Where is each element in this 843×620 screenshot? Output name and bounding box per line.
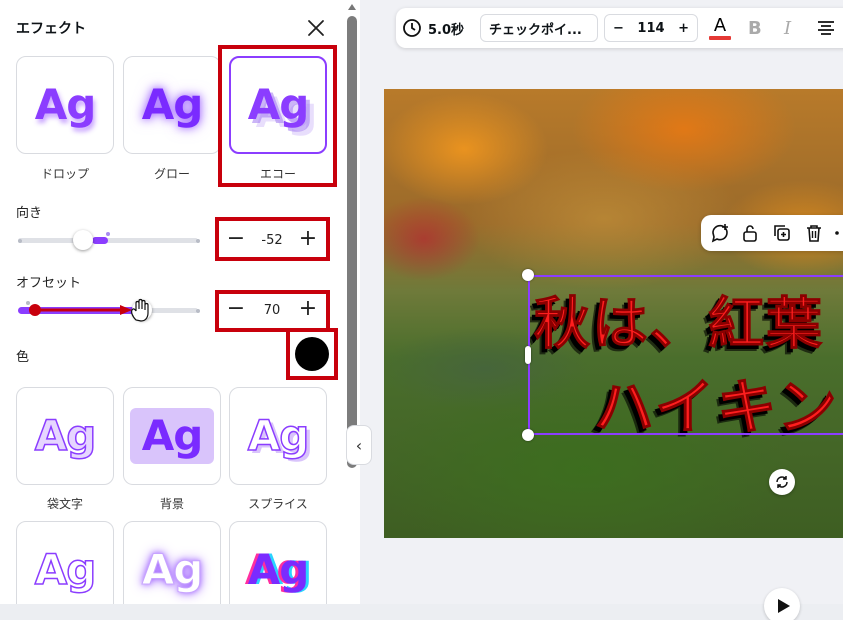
clock-icon <box>403 19 421 37</box>
resize-handle[interactable] <box>522 269 534 281</box>
more-icon[interactable] <box>833 222 843 244</box>
effect-drop-tile[interactable]: Ag <box>16 56 114 154</box>
highlight-box <box>215 290 330 332</box>
effect-sample: Ag <box>247 411 310 460</box>
direction-label: 向き <box>16 206 43 221</box>
effect-sample: Ag <box>34 80 97 129</box>
effect-glow-label: グロー <box>153 167 190 181</box>
highlight-box <box>215 217 330 261</box>
scroll-up-icon[interactable] <box>348 4 356 10</box>
effects-panel: エフェクト Ag Ag Ag ドロップ グロー エコー 向き − -52 + オ… <box>0 0 360 604</box>
direction-slider-fill <box>92 237 108 244</box>
duration-value: 5.0秒 <box>428 22 465 38</box>
trash-icon[interactable] <box>803 222 825 244</box>
effect-splice-tile[interactable]: Ag <box>229 387 327 485</box>
font-size-stepper: − 114 + <box>604 14 698 42</box>
chevron-left-icon: ‹ <box>355 435 363 455</box>
effect-glitch-tile[interactable]: Ag <box>229 521 327 604</box>
effect-sample: Ag <box>247 545 310 594</box>
effect-sample: Ag <box>141 80 204 129</box>
slider-tick <box>196 309 200 313</box>
font-size-value[interactable]: 114 <box>637 21 664 36</box>
hand-cursor-icon <box>131 298 149 322</box>
text-toolbar: 5.0秒 チェックポイ... − 114 + A B I <box>396 8 843 48</box>
slider-tick <box>18 239 22 243</box>
align-center-icon <box>818 21 834 35</box>
bold-button[interactable]: B <box>748 14 762 42</box>
effect-bg-box: Ag <box>130 408 214 464</box>
italic-button[interactable]: I <box>784 14 791 42</box>
resize-handle[interactable] <box>522 429 534 441</box>
effect-sample: Ag <box>141 545 204 594</box>
font-size-minus-button[interactable]: − <box>613 21 624 36</box>
font-size-plus-button[interactable]: + <box>678 21 689 36</box>
direction-slider[interactable] <box>18 238 198 243</box>
effect-sample: Ag <box>34 545 97 594</box>
effect-hollow-tile[interactable]: Ag <box>16 387 114 485</box>
panel-scrollbar[interactable] <box>346 4 358 604</box>
effect-background-tile[interactable]: Ag <box>123 387 221 485</box>
close-panel-button[interactable] <box>304 16 328 40</box>
highlight-box <box>286 328 338 380</box>
effect-hollow-label: 袋文字 <box>46 497 83 511</box>
text-color-icon: A <box>713 14 727 36</box>
effect-neon-tile[interactable]: Ag <box>123 521 221 604</box>
offset-label: オフセット <box>16 276 82 291</box>
scroll-thumb[interactable] <box>347 16 357 468</box>
play-button[interactable] <box>764 588 800 620</box>
selection-box[interactable] <box>528 275 843 435</box>
color-label: 色 <box>16 350 30 365</box>
bottom-bar <box>0 604 843 620</box>
duration-button[interactable]: 5.0秒 <box>402 14 464 42</box>
drag-arrow-icon <box>29 304 132 316</box>
slider-tick <box>196 239 200 243</box>
effect-drop-label: ドロップ <box>40 167 89 181</box>
effect-splice-label: スプライス <box>248 497 308 511</box>
effect-sample: Ag <box>34 411 97 460</box>
lock-icon[interactable] <box>739 222 761 244</box>
slider-tick <box>106 232 110 236</box>
direction-slider-knob[interactable] <box>73 230 93 250</box>
text-color-button[interactable]: A <box>708 14 732 42</box>
duplicate-icon[interactable] <box>771 222 793 244</box>
highlight-box <box>218 45 337 187</box>
effect-glow-tile[interactable]: Ag <box>123 56 221 154</box>
align-button[interactable] <box>816 14 836 42</box>
resize-handle[interactable] <box>525 346 531 364</box>
font-select[interactable]: チェックポイ... <box>480 14 598 42</box>
element-action-bar <box>701 215 843 251</box>
effect-background-label: 背景 <box>159 497 184 511</box>
close-icon <box>308 20 324 36</box>
collapse-panel-button[interactable]: ‹ <box>346 425 372 465</box>
comment-add-icon[interactable] <box>709 222 731 244</box>
effect-outline-tile[interactable]: Ag <box>16 521 114 604</box>
rotate-icon <box>776 476 788 488</box>
text-color-bar <box>709 35 731 40</box>
panel-title: エフェクト <box>16 21 86 37</box>
effect-sample: Ag <box>141 411 204 460</box>
rotate-handle[interactable] <box>769 469 795 495</box>
